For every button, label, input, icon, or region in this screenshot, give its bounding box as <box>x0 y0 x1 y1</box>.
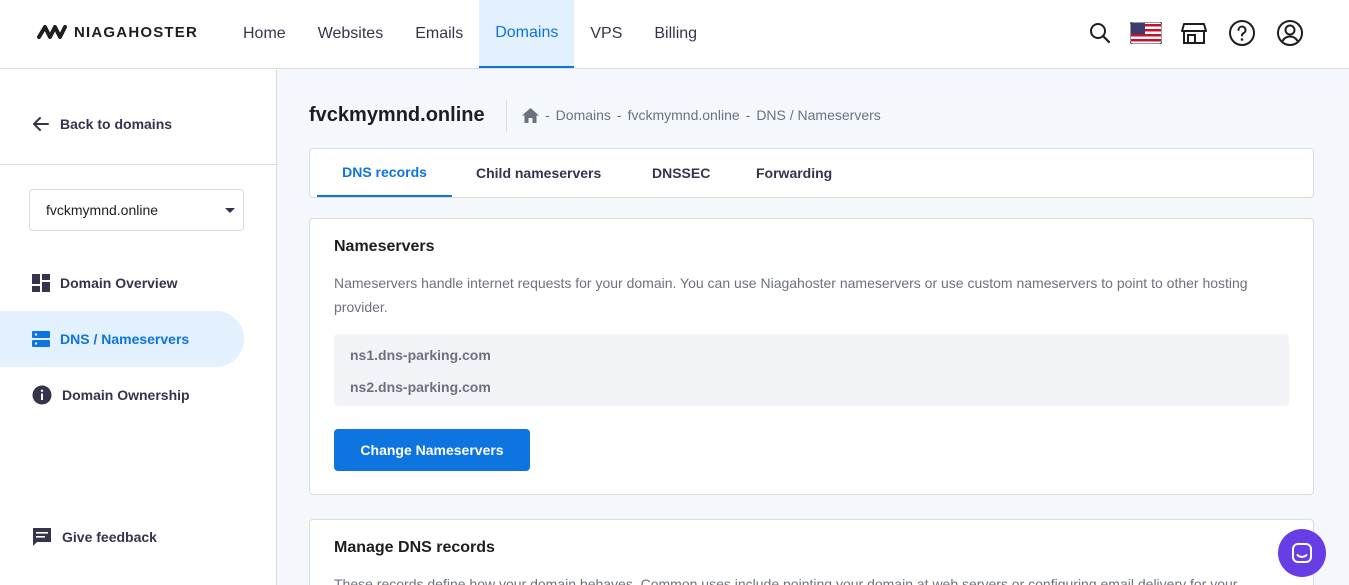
logo-icon <box>37 25 67 39</box>
logo-text: NIAGAHOSTER <box>74 23 199 41</box>
feedback-icon <box>33 528 51 546</box>
manage-dns-title: Manage DNS records <box>334 539 495 556</box>
home-icon[interactable] <box>522 107 539 123</box>
manage-dns-card: Manage DNS records These records define … <box>309 519 1314 585</box>
tab-dnssec[interactable]: DNSSEC <box>652 149 710 197</box>
breadcrumb-domain[interactable]: fvckmymnd.online <box>628 107 740 123</box>
sidebar-item-label: DNS / Nameservers <box>60 331 190 347</box>
nameserver-item: ns2.dns-parking.com <box>350 379 491 395</box>
account-icon[interactable] <box>1275 18 1305 48</box>
tab-dns-records[interactable]: DNS records <box>317 149 452 197</box>
dns-tabs: DNS records Child nameservers DNSSEC For… <box>309 148 1314 198</box>
tab-forwarding[interactable]: Forwarding <box>756 149 832 197</box>
nameservers-description: Nameservers handle internet requests for… <box>334 275 1248 315</box>
sidebar-item-domain-ownership[interactable]: Domain Ownership <box>0 367 244 423</box>
sidebar: Back to domains fvckmymnd.online Domain … <box>0 69 277 585</box>
change-nameservers-button[interactable]: Change Nameservers <box>334 429 530 471</box>
back-to-domains-link[interactable]: Back to domains <box>32 115 172 133</box>
breadcrumb-separator: - <box>616 107 622 123</box>
sidebar-item-domain-overview[interactable]: Domain Overview <box>0 255 244 311</box>
tab-child-nameservers[interactable]: Child nameservers <box>476 149 601 197</box>
nameserver-list: ns1.dns-parking.com ns2.dns-parking.com <box>334 334 1289 406</box>
nav-billing[interactable]: Billing <box>638 0 713 68</box>
caret-down-icon <box>225 208 235 213</box>
us-flag-icon[interactable] <box>1129 18 1163 48</box>
main-nav: Home Websites Emails Domains VPS Billing <box>227 0 713 68</box>
manage-dns-description: These records define how your domain beh… <box>334 576 1238 585</box>
breadcrumb-current: DNS / Nameservers <box>756 107 881 123</box>
top-navigation-bar: NIAGAHOSTER Home Websites Emails Domains… <box>0 0 1349 69</box>
page-title: fvckmymnd.online <box>309 104 485 126</box>
sidebar-divider <box>0 164 276 165</box>
nav-vps[interactable]: VPS <box>574 0 638 68</box>
title-separator <box>506 100 507 132</box>
breadcrumb-domains[interactable]: Domains <box>556 107 611 123</box>
back-to-domains-label: Back to domains <box>60 116 173 132</box>
sidebar-item-label: Domain Overview <box>60 275 178 291</box>
domain-select[interactable]: fvckmymnd.online <box>29 189 244 231</box>
nameservers-title: Nameservers <box>334 238 435 255</box>
chat-icon <box>1292 543 1312 563</box>
nameserver-item: ns1.dns-parking.com <box>350 347 491 363</box>
help-icon[interactable] <box>1227 18 1257 48</box>
sidebar-item-dns-nameservers[interactable]: DNS / Nameservers <box>0 311 244 367</box>
breadcrumb-separator: - <box>545 107 550 123</box>
nav-websites[interactable]: Websites <box>302 0 400 68</box>
search-icon[interactable] <box>1085 18 1115 48</box>
nav-emails[interactable]: Emails <box>399 0 479 68</box>
nav-domains[interactable]: Domains <box>479 0 575 68</box>
give-feedback-label: Give feedback <box>62 529 157 545</box>
arrow-left-icon <box>33 117 49 131</box>
dns-icon <box>32 331 50 347</box>
give-feedback-link[interactable]: Give feedback <box>32 527 157 547</box>
nameservers-card: Nameservers Nameservers handle internet … <box>309 218 1314 495</box>
info-icon <box>32 385 52 405</box>
breadcrumb: - Domains - fvckmymnd.online - DNS / Nam… <box>522 107 881 123</box>
niagahoster-logo[interactable]: NIAGAHOSTER <box>36 22 198 42</box>
domain-select-value: fvckmymnd.online <box>46 202 159 218</box>
breadcrumb-separator: - <box>745 107 751 123</box>
nav-home[interactable]: Home <box>227 0 302 68</box>
sidebar-item-label: Domain Ownership <box>62 387 190 403</box>
store-icon[interactable] <box>1179 18 1209 48</box>
grid-icon <box>32 274 50 292</box>
live-chat-button[interactable] <box>1278 529 1326 577</box>
